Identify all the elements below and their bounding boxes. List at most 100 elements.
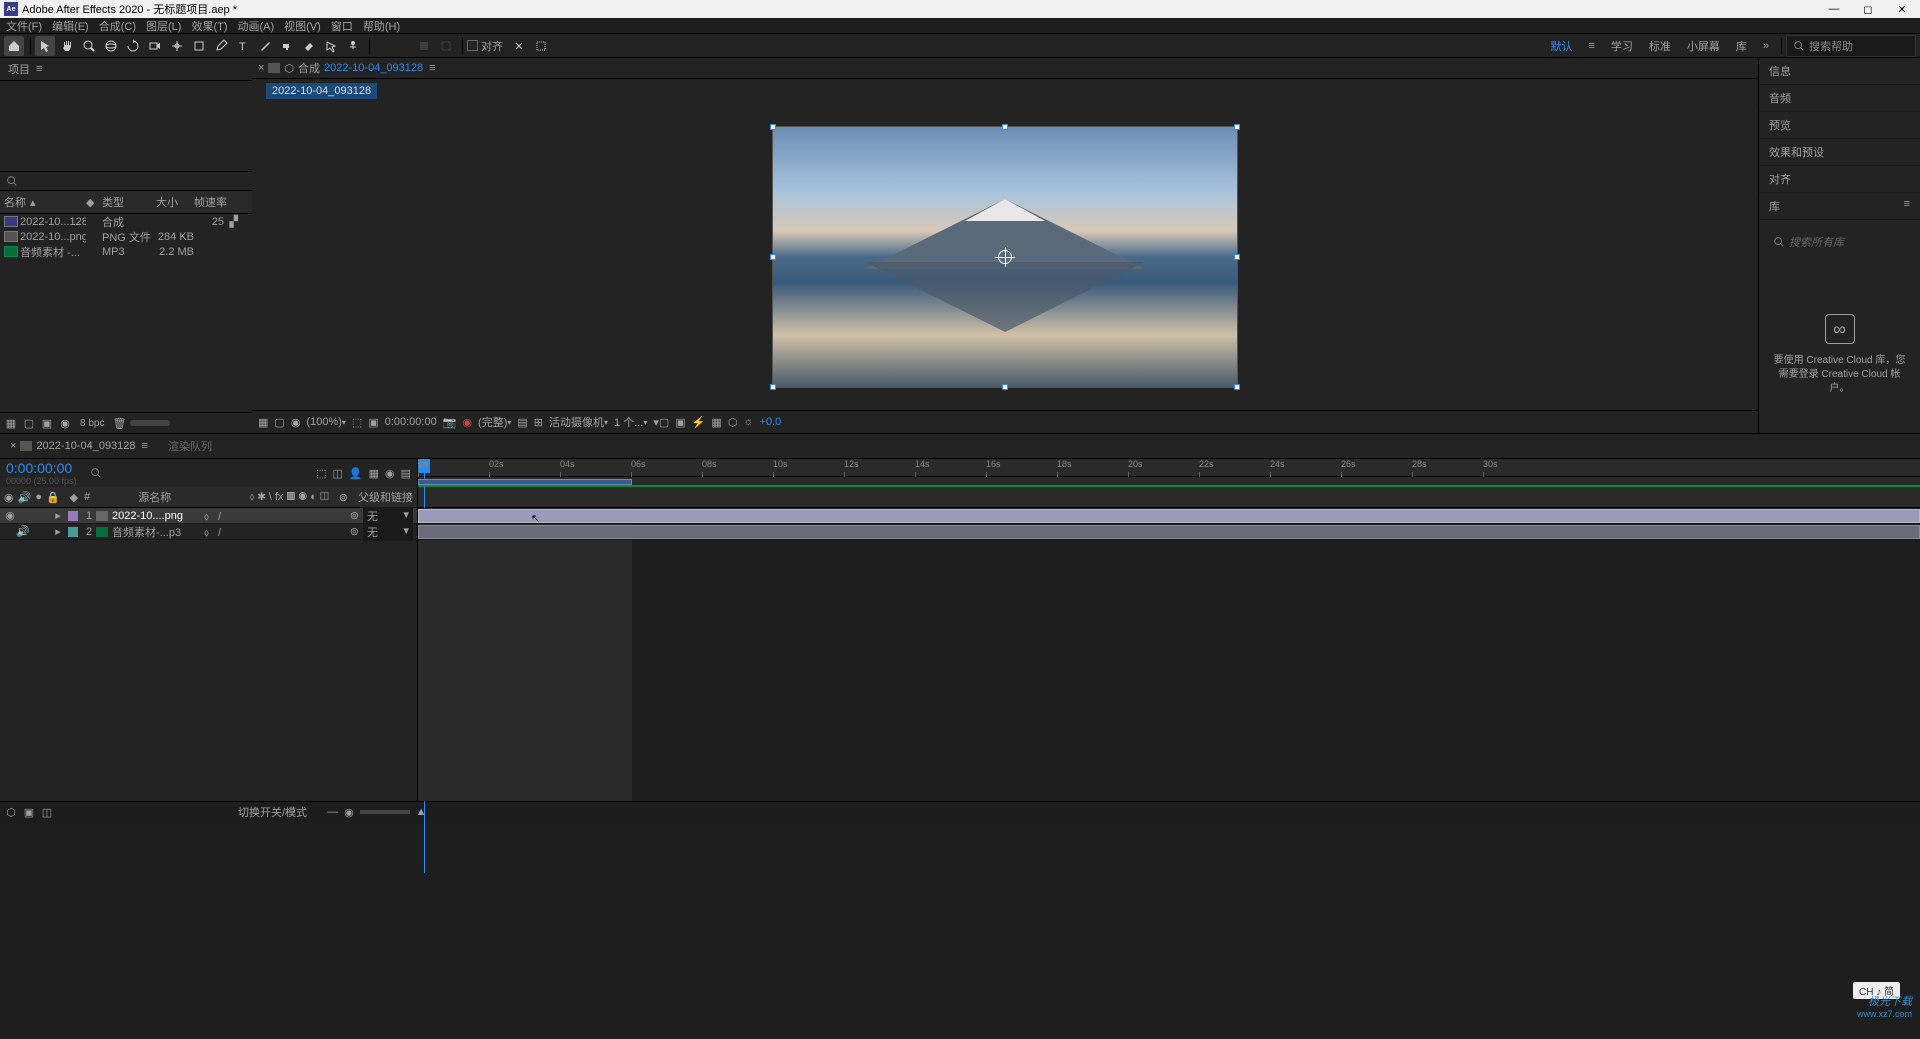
panel-menu-icon[interactable]: ≡ (36, 63, 42, 75)
panel-library[interactable]: 库 ≡ (1759, 193, 1920, 220)
header-name[interactable]: 名称▴ (4, 194, 86, 210)
menu-view[interactable]: 视图(V) (284, 18, 321, 34)
brush-tool-icon[interactable] (255, 36, 275, 56)
panel-menu-icon[interactable]: ≡ (1904, 198, 1910, 214)
timeline-track[interactable] (418, 524, 1920, 540)
project-item[interactable]: 2022-10...png PNG 文件 284 KB (0, 229, 252, 244)
selection-handle[interactable] (1234, 124, 1240, 130)
zoom-dropdown[interactable]: (100%) (306, 416, 345, 428)
menu-edit[interactable]: 编辑(E) (52, 18, 89, 34)
layer-clip[interactable] (418, 509, 1920, 523)
timeline-track[interactable] (418, 508, 1920, 524)
panel-effects[interactable]: 效果和预设 (1759, 139, 1920, 166)
panel-preview[interactable]: 预览 (1759, 112, 1920, 139)
timecode-display[interactable]: 0:00:00:00 (385, 416, 437, 428)
motion-blur-icon[interactable]: ◉ (385, 467, 395, 480)
rotate-tool-icon[interactable] (123, 36, 143, 56)
fx-icon[interactable]: fx (275, 491, 284, 503)
workspace-standard[interactable]: 标准 (1641, 36, 1679, 56)
puppet-tool-icon[interactable] (343, 36, 363, 56)
selection-handle[interactable] (1002, 124, 1008, 130)
panel-info[interactable]: 信息 (1759, 58, 1920, 85)
maximize-button[interactable]: ◻ (1860, 3, 1876, 16)
anchor-point-icon[interactable] (998, 250, 1012, 264)
camera-dropdown[interactable]: 活动摄像机 (549, 414, 608, 430)
channel-icon[interactable]: ◉ (462, 416, 472, 429)
flowchart-icon[interactable]: ⬡ (728, 416, 738, 429)
snapshot-icon[interactable]: 📷 (443, 416, 457, 429)
workspace-default[interactable]: 默认 (1542, 36, 1580, 56)
quality-dropdown[interactable]: (完整) (478, 414, 511, 430)
views-dropdown[interactable]: 1 个... (614, 414, 647, 430)
selection-handle[interactable] (1234, 384, 1240, 390)
frame-blend-icon[interactable]: ▦ (369, 467, 379, 480)
panel-audio[interactable]: 音频 (1759, 85, 1920, 112)
label-column-icon[interactable]: ◆ (70, 491, 78, 504)
mask-mode-icon[interactable] (414, 36, 434, 56)
zoom-out-icon[interactable]: — (327, 806, 338, 818)
header-type[interactable]: 类型 (102, 194, 156, 210)
toggle-modes-icon[interactable]: ▣ (22, 805, 36, 819)
shape-tool-icon[interactable] (189, 36, 209, 56)
pixel-aspect-icon[interactable]: ▣ (675, 416, 685, 429)
workspace-menu-icon[interactable]: ≡ (1580, 38, 1602, 54)
camera-tool-icon[interactable] (145, 36, 165, 56)
hand-tool-icon[interactable] (57, 36, 77, 56)
library-search[interactable]: 搜索所有库 (1769, 230, 1910, 254)
selection-handle[interactable] (770, 254, 776, 260)
zoom-tool-icon[interactable] (79, 36, 99, 56)
orbit-tool-icon[interactable] (101, 36, 121, 56)
eraser-tool-icon[interactable] (299, 36, 319, 56)
menu-animation[interactable]: 动画(A) (238, 18, 275, 34)
workspace-small[interactable]: 小屏幕 (1679, 36, 1728, 56)
workspace-learn[interactable]: 学习 (1603, 36, 1641, 56)
interpret-footage-icon[interactable]: ▦ (4, 416, 18, 430)
lock-icon[interactable]: ⬡ (284, 62, 294, 75)
header-size[interactable]: 大小 (156, 194, 194, 210)
clone-tool-icon[interactable] (277, 36, 297, 56)
audio-column-icon[interactable]: 🔊 (18, 491, 32, 504)
layer-label-color[interactable] (68, 511, 78, 521)
home-tool-icon[interactable] (4, 36, 24, 56)
hide-shy-icon[interactable]: 👤 (349, 467, 363, 480)
video-column-icon[interactable]: ◉ (4, 491, 14, 504)
timeline-layer-row[interactable]: 🔊 ▸ 2 音频素材-...p3 ⬨ / ⊚ 无▾ (0, 524, 417, 540)
selection-handle[interactable] (770, 384, 776, 390)
menu-file[interactable]: 文件(F) (6, 18, 42, 34)
comp-mini-flowchart-icon[interactable]: ⬚ (316, 467, 326, 480)
quality-switch[interactable]: / (218, 511, 228, 521)
menu-effect[interactable]: 效果(T) (191, 18, 227, 34)
3d-icon[interactable]: ◫ (320, 491, 329, 503)
selection-handle[interactable] (770, 124, 776, 130)
fast-preview-icon[interactable]: ⚡ (692, 416, 706, 429)
comp-canvas[interactable] (772, 126, 1238, 388)
tab-menu-icon[interactable]: ≡ (142, 440, 148, 452)
layer-name[interactable]: 2022-10....png (112, 510, 200, 522)
new-folder-icon[interactable]: ▢ (22, 416, 36, 430)
close-button[interactable]: ✕ (1894, 3, 1910, 16)
zoom-slider[interactable] (360, 810, 410, 814)
solo-column-icon[interactable]: ● (35, 491, 42, 503)
selection-tool-icon[interactable] (35, 36, 55, 56)
video-toggle-icon[interactable]: ◉ (4, 509, 16, 522)
pen-tool-icon[interactable] (211, 36, 231, 56)
comp-menu-icon[interactable]: ≡ (429, 62, 435, 74)
snap-checkbox[interactable]: 对齐 (467, 38, 503, 54)
project-tab[interactable]: 项目 ≡ (0, 58, 252, 81)
time-ruler[interactable]: 0s02s04s06s08s10s12s14s16s18s20s22s24s26… (418, 459, 1920, 477)
motion-blur-col-icon[interactable]: ◉ (298, 491, 307, 503)
panel-align[interactable]: 对齐 (1759, 166, 1920, 193)
project-search[interactable] (0, 171, 252, 191)
header-tag-icon[interactable]: ◆ (86, 194, 102, 210)
thumbnail-slider[interactable] (130, 420, 170, 426)
transparency-icon[interactable]: ▢ (274, 416, 284, 429)
quality-icon[interactable]: \ (269, 491, 272, 503)
timeline-icon[interactable]: ▦ (711, 416, 721, 429)
work-area-bar[interactable] (418, 477, 1920, 487)
shy-switch[interactable]: ⬨ (204, 511, 214, 521)
header-framerate[interactable]: 帧速率 (194, 194, 238, 210)
frame-blend-col-icon[interactable]: ▦ (287, 491, 296, 503)
layer-search-icon[interactable] (90, 467, 102, 479)
grid-icon[interactable]: ▤ (517, 416, 527, 429)
index-column-icon[interactable]: # (84, 491, 90, 503)
